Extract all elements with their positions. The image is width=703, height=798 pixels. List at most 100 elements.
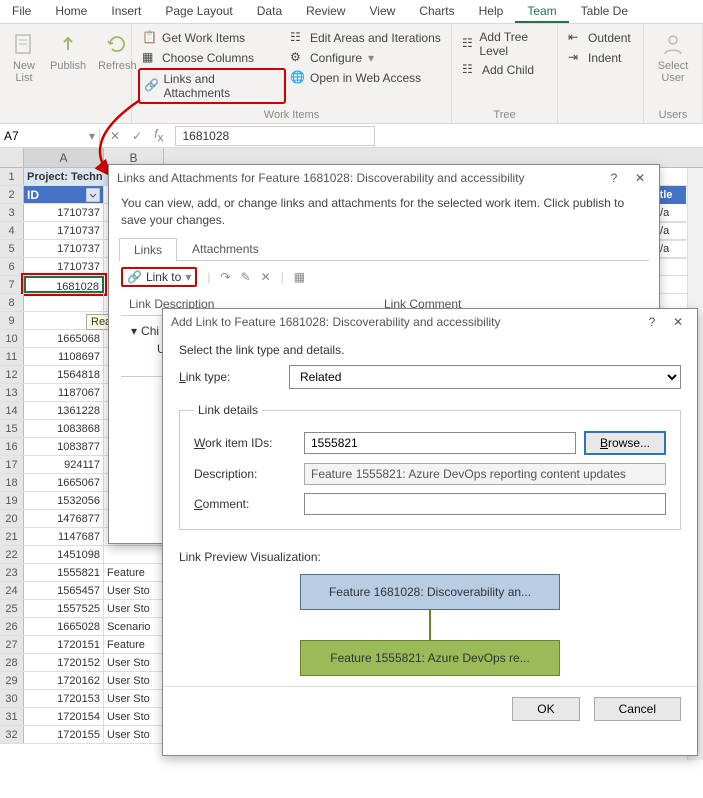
row-header[interactable]: 24	[0, 582, 24, 599]
cell-id[interactable]: 1720154	[24, 708, 104, 725]
browse-button[interactable]: Browse...	[584, 431, 666, 455]
row-header[interactable]: 30	[0, 690, 24, 707]
row-header[interactable]: 3	[0, 204, 24, 221]
row-header[interactable]: 4	[0, 222, 24, 239]
cell-id[interactable]: 1720152	[24, 654, 104, 671]
row-header[interactable]: 29	[0, 672, 24, 689]
row-header[interactable]: 10	[0, 330, 24, 347]
row-header[interactable]: 13	[0, 384, 24, 401]
cell-id[interactable]: 924117	[24, 456, 104, 473]
help-icon[interactable]: ?	[605, 171, 623, 185]
cell-id[interactable]: 1720151	[24, 636, 104, 653]
tab-charts[interactable]: Charts	[407, 0, 466, 23]
columns-icon[interactable]: ▦	[294, 270, 305, 284]
open-web-button[interactable]: 🌐Open in Web Access	[286, 68, 445, 88]
indent-button[interactable]: ⇥Indent	[564, 48, 637, 68]
tab-table-design[interactable]: Table De	[569, 0, 640, 23]
cell-title[interactable]: User Sto	[104, 708, 164, 725]
cell-title[interactable]: Scenario	[104, 618, 164, 635]
link-to-button[interactable]: 🔗 Link to ▾	[121, 267, 197, 287]
tab-home[interactable]: Home	[43, 0, 99, 23]
delete-icon[interactable]: ✕	[261, 270, 271, 284]
cell-id[interactable]: 1187067	[24, 384, 104, 401]
close-icon[interactable]: ✕	[667, 315, 689, 329]
enter-formula-icon[interactable]: ✓	[132, 129, 142, 143]
row-header[interactable]: 17	[0, 456, 24, 473]
tab-data[interactable]: Data	[245, 0, 294, 23]
add-tree-level-button[interactable]: ☷Add Tree Level	[458, 28, 551, 60]
comment-input[interactable]	[304, 493, 666, 515]
edit-areas-button[interactable]: ☷Edit Areas and Iterations	[286, 28, 445, 48]
row-header[interactable]: 26	[0, 618, 24, 635]
cell-id[interactable]: 1083868	[24, 420, 104, 437]
redo-icon[interactable]: ↷	[220, 270, 230, 284]
name-box[interactable]: ▾	[0, 129, 100, 143]
row-header[interactable]: 9	[0, 312, 24, 329]
formula-input[interactable]: 1681028	[175, 126, 375, 146]
row-header[interactable]: 31	[0, 708, 24, 725]
cell-title[interactable]: Feature	[104, 636, 164, 653]
row-header[interactable]: 28	[0, 654, 24, 671]
publish-button[interactable]: Publish	[46, 28, 90, 86]
tab-links[interactable]: Links	[119, 238, 177, 261]
header-id[interactable]: ID	[24, 186, 104, 203]
cancel-formula-icon[interactable]: ✕	[110, 129, 120, 143]
tab-help[interactable]: Help	[467, 0, 516, 23]
row-header[interactable]: 16	[0, 438, 24, 455]
fx-icon[interactable]: fx	[154, 127, 163, 144]
row-header[interactable]: 7	[0, 276, 24, 293]
cell-id[interactable]: 1564818	[24, 366, 104, 383]
tab-view[interactable]: View	[357, 0, 407, 23]
cell-id[interactable]: 1665028	[24, 618, 104, 635]
name-box-input[interactable]	[4, 129, 64, 143]
cell-id[interactable]: 1451098	[24, 546, 104, 563]
cell-id[interactable]: 1565457	[24, 582, 104, 599]
cell-id[interactable]: 1681028	[24, 276, 104, 293]
cell-id[interactable]: 1361228	[24, 402, 104, 419]
cell-id[interactable]: 1710737	[24, 204, 104, 221]
cell-id[interactable]	[24, 294, 104, 311]
row-header[interactable]: 1	[0, 168, 24, 185]
col-header-a[interactable]: A	[24, 148, 104, 167]
tab-file[interactable]: File	[0, 0, 43, 23]
cell-id[interactable]: 1665068	[24, 330, 104, 347]
cell-id[interactable]: 1710737	[24, 222, 104, 239]
cell-id[interactable]: 1557525	[24, 600, 104, 617]
cell-title[interactable]: User Sto	[104, 600, 164, 617]
tab-page-layout[interactable]: Page Layout	[153, 0, 244, 23]
chevron-down-icon[interactable]: ▾	[89, 129, 95, 143]
row-header[interactable]: 21	[0, 528, 24, 545]
cell-title[interactable]: User Sto	[104, 690, 164, 707]
cell-id[interactable]: 1720155	[24, 726, 104, 743]
outdent-button[interactable]: ⇤Outdent	[564, 28, 637, 48]
edit-icon[interactable]: ✎	[241, 270, 251, 284]
cell-title[interactable]: User Sto	[104, 726, 164, 743]
cell-id[interactable]: 1147687	[24, 528, 104, 545]
row-header[interactable]: 18	[0, 474, 24, 491]
work-item-ids-input[interactable]	[304, 432, 576, 454]
cell-id[interactable]: 1710737	[24, 240, 104, 257]
row-header[interactable]: 12	[0, 366, 24, 383]
collapse-icon[interactable]: ▾	[131, 324, 137, 338]
ok-button[interactable]: OK	[512, 697, 579, 721]
choose-columns-button[interactable]: ▦Choose Columns	[138, 48, 286, 68]
row-header[interactable]: 6	[0, 258, 24, 275]
cell-id[interactable]: 1532056	[24, 492, 104, 509]
get-work-items-button[interactable]: 📋Get Work Items	[138, 28, 286, 48]
cell-title[interactable]: User Sto	[104, 672, 164, 689]
row-header[interactable]: 32	[0, 726, 24, 743]
cell-id[interactable]: 1720162	[24, 672, 104, 689]
links-attachments-button[interactable]: 🔗Links and Attachments	[138, 68, 286, 104]
row-header[interactable]: 11	[0, 348, 24, 365]
new-list-button[interactable]: New List	[6, 28, 42, 86]
cell-title[interactable]: User Sto	[104, 654, 164, 671]
row-header[interactable]: 14	[0, 402, 24, 419]
cell-id[interactable]: 1720153	[24, 690, 104, 707]
row-header[interactable]: 23	[0, 564, 24, 581]
help-icon[interactable]: ?	[643, 315, 661, 329]
select-user-button[interactable]: Select User	[650, 28, 696, 86]
cell-id[interactable]: 1476877	[24, 510, 104, 527]
add-child-button[interactable]: ☷Add Child	[458, 60, 551, 80]
tab-review[interactable]: Review	[294, 0, 357, 23]
cell-id[interactable]: 1108697	[24, 348, 104, 365]
